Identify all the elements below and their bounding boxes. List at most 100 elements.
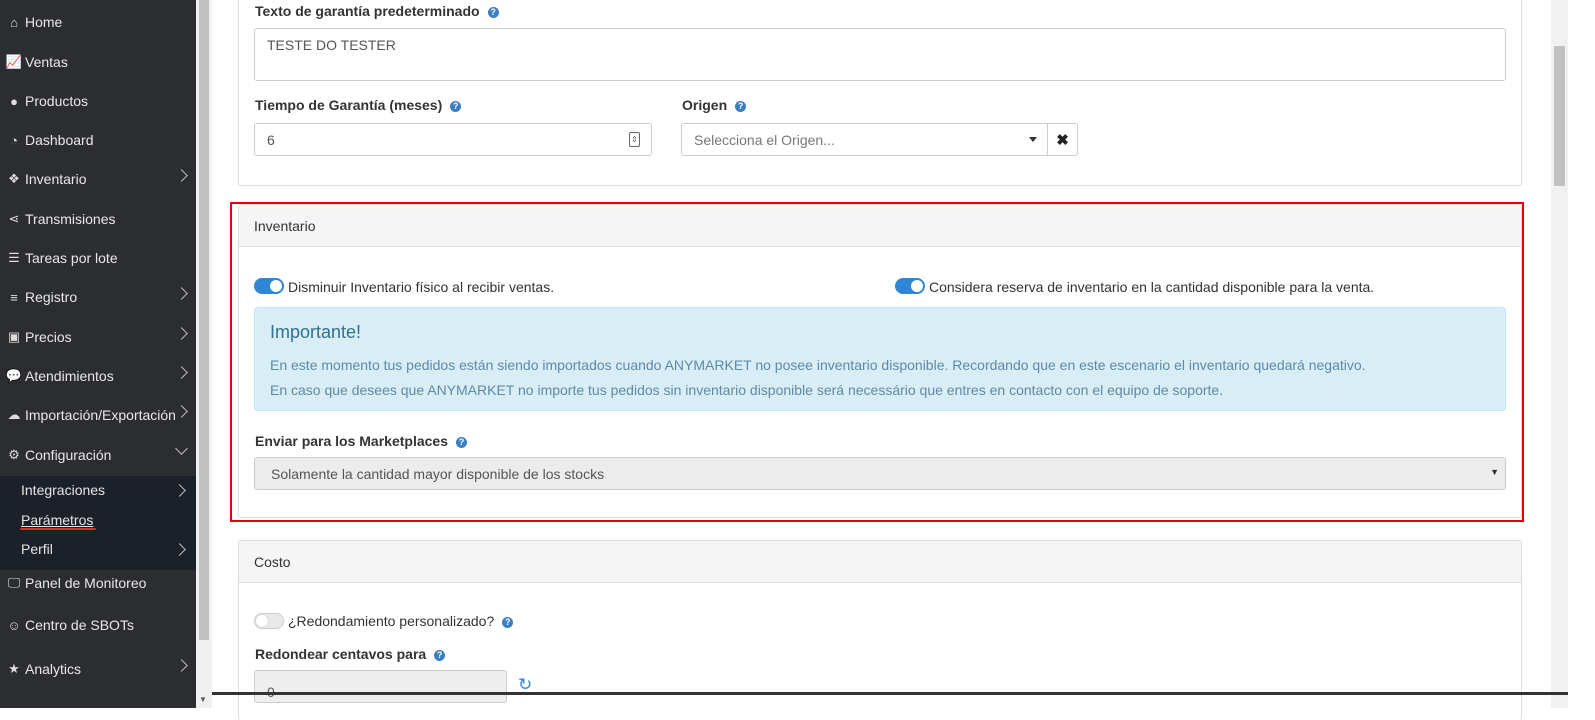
- marketplaces-label: Enviar para los Marketplaces?: [255, 433, 467, 449]
- product-icon: ●: [10, 93, 18, 109]
- warranty-text-field[interactable]: TESTE DO TESTER: [254, 28, 1506, 81]
- inventory-panel: Inventario Disminuir Inventario físico a…: [238, 204, 1522, 518]
- sidebar-item-panel-de-monitoreo[interactable]: 🖵 Panel de Monitoreo: [0, 563, 196, 603]
- chevron-right-icon: [175, 405, 188, 418]
- chevron-right-icon: [175, 327, 188, 340]
- chevron-right-icon: [175, 169, 188, 182]
- chevron-right-icon: [173, 543, 186, 556]
- chart-line-icon: 📈: [5, 54, 23, 69]
- inventory-panel-heading: Inventario: [239, 205, 1521, 247]
- sidebar-item-label: Dashboard: [25, 132, 94, 148]
- sidebar-item-importaci-n-exportaci-n[interactable]: ☁ Importación/Exportación: [0, 395, 196, 435]
- decrease-inventory-label: Disminuir Inventario físico al recibir v…: [288, 279, 555, 295]
- custom-rounding-toggle[interactable]: [254, 613, 284, 629]
- important-alert: Importante! En este momento tus pedidos …: [254, 307, 1506, 411]
- warranty-months-value: 6: [267, 131, 275, 148]
- clear-origin-button[interactable]: ✖: [1047, 123, 1078, 156]
- chevron-down-icon: [175, 442, 188, 455]
- sidebar-item-registro[interactable]: ≡ Registro: [0, 277, 196, 317]
- origin-placeholder: Selecciona el Origen...: [694, 131, 835, 148]
- sidebar-scrollbar[interactable]: ▼: [196, 0, 212, 708]
- alert-line: En este momento tus pedidos están siendo…: [270, 357, 1366, 373]
- inventory-reserve-toggle[interactable]: [895, 278, 925, 294]
- chevron-right-icon: [175, 659, 188, 672]
- help-icon[interactable]: ?: [434, 650, 446, 661]
- share-icon: ⋖: [8, 211, 20, 226]
- round-cents-label: Redondear centavos para?: [255, 646, 446, 662]
- sidebar-item-configuraci-n[interactable]: ⚙ Configuración: [0, 435, 196, 475]
- sidebar-item-label: Atendimientos: [25, 368, 114, 384]
- sidebar-item-label: Analytics: [25, 661, 82, 677]
- sidebar-item-home[interactable]: ⌂ Home: [0, 2, 196, 42]
- tasks-icon: ☰: [8, 250, 20, 265]
- sidebar-item-label: Home: [25, 14, 63, 30]
- gear-icon: ⚙: [8, 447, 20, 462]
- sidebar-item-atendimientos[interactable]: 💬 Atendimientos: [0, 356, 196, 396]
- warranty-months-label: Tiempo de Garantía (meses)?: [255, 97, 462, 113]
- robot-icon: ☺: [7, 617, 21, 633]
- alert-title: Importante!: [270, 322, 362, 342]
- sidebar-item-inventario[interactable]: ❖ Inventario: [0, 159, 196, 199]
- dashboard-icon: ◔: [10, 132, 18, 148]
- help-icon[interactable]: ?: [735, 101, 747, 112]
- sidebar-item-label: Configuración: [25, 447, 112, 463]
- sidebar-item-label: Transmisiones: [25, 211, 116, 227]
- sidebar-item-label: Panel de Monitoreo: [25, 575, 147, 591]
- help-icon[interactable]: ?: [502, 617, 514, 628]
- origin-label: Origen?: [682, 97, 747, 113]
- sidebar-item-transmisiones[interactable]: ⋖ Transmisiones: [0, 199, 196, 239]
- help-icon[interactable]: ?: [450, 101, 462, 112]
- chevron-right-icon: [173, 484, 186, 497]
- cost-heading: Costo: [254, 553, 291, 570]
- main-content: Texto de garantía predeterminado? TESTE …: [212, 0, 1551, 720]
- scroll-down-arrow-icon[interactable]: ▼: [199, 695, 207, 704]
- cubes-icon: ❖: [8, 171, 20, 186]
- help-icon[interactable]: ?: [456, 437, 467, 448]
- custom-rounding-label: ¿Redondamiento personalizado??: [288, 613, 514, 629]
- money-icon: ▣: [7, 329, 21, 344]
- sidebar-item-label: Precios: [25, 329, 72, 345]
- caret-down-icon: ▼: [1490, 467, 1499, 477]
- window-margin: [1568, 0, 1595, 708]
- chat-icon: 💬: [5, 368, 23, 383]
- list-icon: ≡: [10, 289, 18, 305]
- sidebar-scrollbar-thumb[interactable]: [199, 0, 209, 640]
- round-cents-input[interactable]: 0: [254, 670, 507, 703]
- cost-panel-heading: Costo: [239, 541, 1521, 583]
- sidebar-item-dashboard[interactable]: ◔ Dashboard: [0, 120, 196, 160]
- monitor-icon: 🖵: [7, 575, 21, 590]
- star-icon: ★: [8, 661, 20, 676]
- marketplaces-select[interactable]: Solamente la cantidad mayor disponible d…: [254, 457, 1506, 490]
- sidebar-item-label: Centro de SBOTs: [25, 617, 134, 633]
- chevron-right-icon: [175, 287, 188, 300]
- help-icon[interactable]: ?: [487, 7, 499, 18]
- sidebar-item-label: Ventas: [25, 54, 68, 70]
- decrease-inventory-toggle[interactable]: [254, 278, 284, 294]
- submenu-item-integraciones[interactable]: Integraciones: [21, 482, 105, 498]
- sidebar: ⌂ Home 📈 Ventas ● Productos ◔ Dashboard ❖ Inventa…: [0, 0, 196, 708]
- sidebar-item-label: Productos: [25, 93, 89, 109]
- inventory-heading: Inventario: [254, 217, 316, 234]
- sidebar-item-analytics[interactable]: ★ Analytics: [0, 649, 196, 689]
- page-scrollbar-thumb[interactable]: [1554, 46, 1565, 186]
- inventory-reserve-label: Considera reserva de inventario en la ca…: [929, 279, 1375, 295]
- config-submenu: Integraciones Parámetros Perfil: [0, 476, 196, 570]
- origin-select[interactable]: Selecciona el Origen...: [681, 123, 1048, 156]
- sidebar-item-productos[interactable]: ● Productos: [0, 81, 196, 121]
- sidebar-item-centro-de-sbots[interactable]: ☺ Centro de SBOTs: [0, 605, 196, 645]
- sidebar-item-precios[interactable]: ▣ Precios: [0, 317, 196, 357]
- sidebar-item-label: Importación/Exportación: [25, 407, 176, 423]
- submenu-item-parametros[interactable]: Parámetros: [21, 512, 93, 528]
- warranty-months-input[interactable]: 6 ⇕: [254, 123, 652, 156]
- close-icon: ✖: [1056, 131, 1069, 149]
- submenu-item-perfil[interactable]: Perfil: [21, 541, 53, 557]
- bottom-edge: [212, 692, 1568, 695]
- sidebar-item-ventas[interactable]: 📈 Ventas: [0, 42, 196, 82]
- sidebar-item-label: Tareas por lote: [25, 250, 118, 266]
- home-icon: ⌂: [10, 14, 18, 30]
- page-scrollbar[interactable]: [1551, 0, 1568, 708]
- sidebar-item-tareas-por-lote[interactable]: ☰ Tareas por lote: [0, 238, 196, 278]
- caret-down-icon: [1029, 137, 1037, 142]
- sidebar-item-label: Inventario: [25, 171, 87, 187]
- stepper-icon[interactable]: ⇕: [629, 132, 640, 147]
